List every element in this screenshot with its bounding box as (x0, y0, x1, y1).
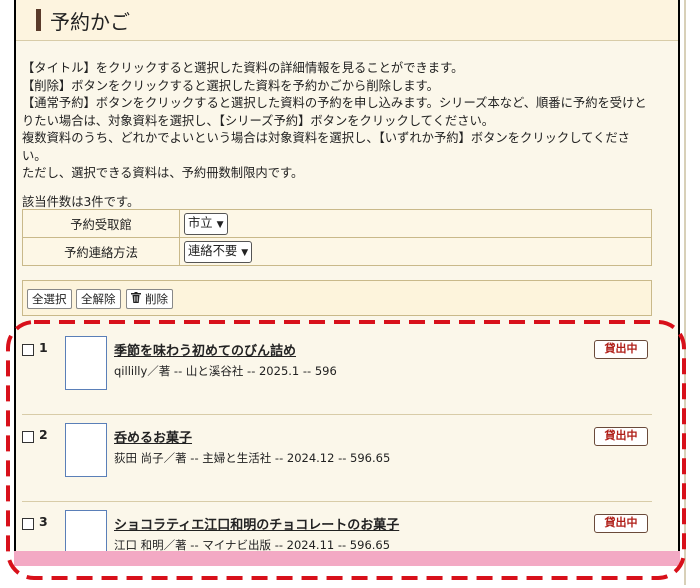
instruction-line: ただし、選択できる資料は、予約冊数制限内です。 (22, 166, 304, 180)
item-number: 2 (39, 427, 48, 442)
title-accent-bar (36, 9, 41, 31)
item-number: 3 (39, 514, 48, 529)
item-checkbox[interactable] (22, 518, 34, 530)
list-item: 2 呑めるお菓子 荻田 尚子／著 -- 主婦と生活社 -- 2024.12 --… (22, 415, 652, 502)
instructions: 【タイトル】をクリックすると選択した資料の詳細情報を見ることができます。 【削除… (22, 60, 657, 183)
instruction-line: 【削除】ボタンをクリックすると選択した資料を予約かごから削除します。 (22, 78, 439, 93)
delete-button[interactable]: 削除 (126, 289, 173, 309)
chevron-down-icon: ▼ (216, 219, 224, 230)
trash-icon (131, 290, 145, 308)
right-edge-strip (680, 0, 700, 585)
instruction-line: 複数資料のうち、どれかでよいという場合は対象資料を選択し、【いずれか予約】ボタン… (22, 131, 630, 145)
list-item: 3 ショコラティエ江口和明のチョコレートのお菓子 江口 和明／著 -- マイナビ… (22, 502, 652, 588)
chevron-down-icon: ▼ (241, 247, 249, 258)
instruction-line: 【通常予約】ボタンをクリックすると選択した資料の予約を申し込みます。シリーズ本な… (22, 96, 647, 110)
contact-method-select[interactable]: 連絡不要 ▼ (184, 240, 253, 263)
deselect-all-button[interactable]: 全解除 (76, 289, 121, 309)
item-title-link[interactable]: ショコラティエ江口和明のチョコレートのお菓子 (114, 514, 399, 533)
item-checkbox[interactable] (22, 344, 34, 356)
result-count: 該当件数は3件です。 (22, 195, 140, 209)
pickup-library-label: 予約受取館 (22, 209, 180, 238)
status-badge: 貸出中 (594, 427, 648, 446)
page-header: 予約かご (16, 0, 678, 41)
instruction-line: い。 (22, 148, 47, 163)
select-all-button[interactable]: 全選択 (27, 289, 72, 309)
item-meta: 荻田 尚子／著 -- 主婦と生活社 -- 2024.12 -- 596.65 (114, 451, 391, 465)
reservation-options-table: 予約受取館 市立 ▼ 予約連絡方法 連絡不要 ▼ (22, 209, 652, 266)
book-thumbnail (65, 423, 107, 477)
contact-method-label: 予約連絡方法 (22, 237, 180, 266)
book-thumbnail (65, 510, 107, 556)
item-title-link[interactable]: 季節を味わう初めてのびん詰め (114, 340, 296, 359)
item-number: 1 (39, 340, 48, 355)
instruction-line: りたい場合は、対象資料を選択し、【シリーズ予約】ボタンをクリックしてください。 (22, 113, 495, 128)
bottom-pink-bar (14, 551, 680, 566)
item-title-link[interactable]: 呑めるお菓子 (114, 427, 192, 446)
status-badge: 貸出中 (594, 514, 648, 533)
list-item: 1 季節を味わう初めてのびん詰め qillilly／著 -- 山と溪谷社 -- … (22, 328, 652, 415)
item-toolbar: 全選択 全解除 削除 (22, 280, 652, 316)
instruction-line: 【タイトル】をクリックすると選択した資料の詳細情報を見ることができます。 (22, 61, 464, 75)
status-badge: 貸出中 (594, 340, 648, 359)
book-thumbnail (65, 336, 107, 390)
item-meta: qillilly／著 -- 山と溪谷社 -- 2025.1 -- 596 (114, 364, 337, 378)
item-checkbox[interactable] (22, 431, 34, 443)
page-title: 予約かご (50, 10, 130, 34)
pickup-library-select[interactable]: 市立 ▼ (184, 212, 228, 235)
